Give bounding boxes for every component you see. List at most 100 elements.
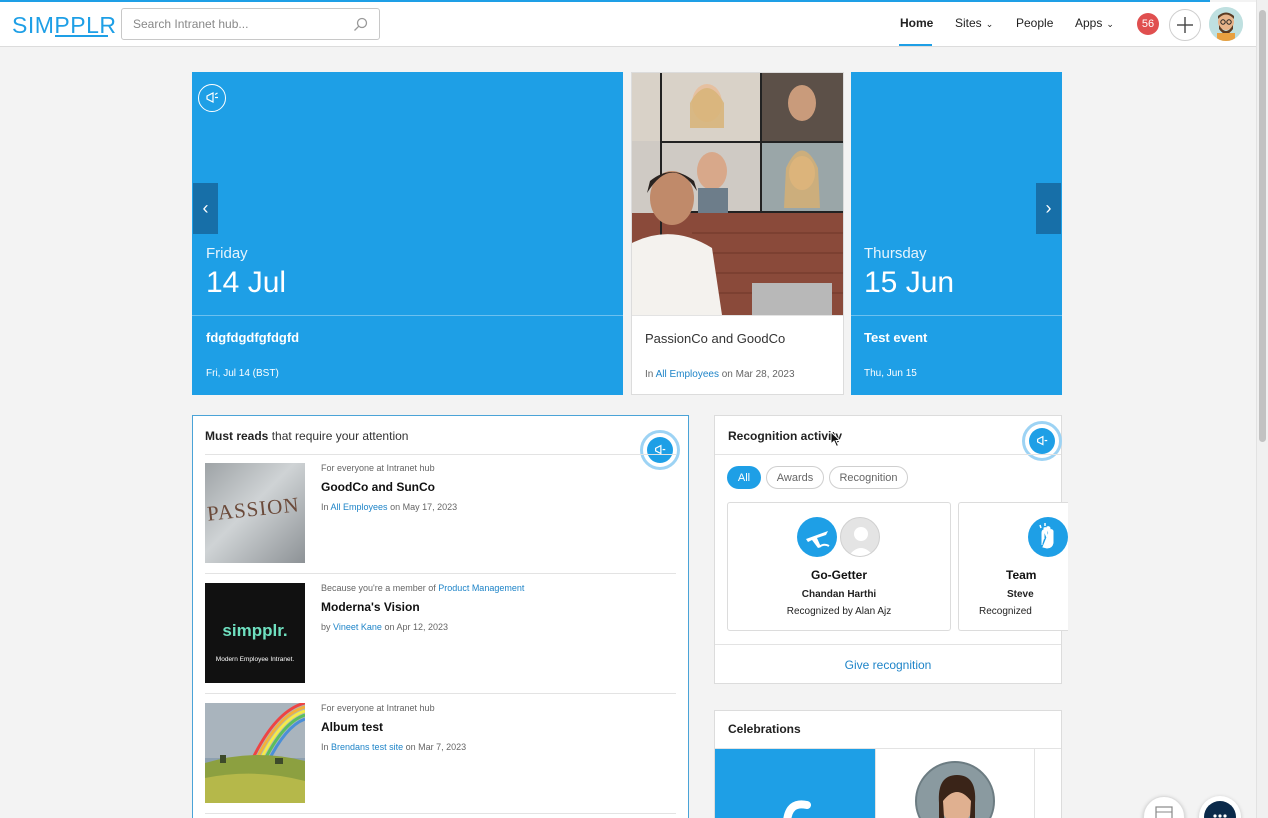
item-title[interactable]: Moderna's Vision bbox=[321, 600, 420, 614]
meta-text: Because you're a member of bbox=[321, 583, 436, 593]
article-thumbnail[interactable]: PASSION bbox=[205, 463, 305, 563]
recognition-item[interactable]: Go-Getter Chandan Harthi Recognized by A… bbox=[727, 502, 951, 631]
search-icon[interactable] bbox=[353, 17, 368, 32]
notification-badge[interactable]: 56 bbox=[1137, 13, 1159, 35]
item-byline: In Brendans test site on Mar 7, 2023 bbox=[321, 742, 466, 752]
search-input[interactable] bbox=[122, 9, 342, 39]
top-header: SIMPPLR Home Sites⌄ People Apps⌄ 56 bbox=[0, 2, 1256, 47]
celebration-avatar[interactable] bbox=[915, 761, 995, 818]
thumbnail-subtext: Modern Employee Intranet. bbox=[215, 656, 295, 663]
event-card-3[interactable]: Thursday 15 Jun Test event Thu, Jun 15 bbox=[851, 72, 1062, 395]
subtitle-prefix: In bbox=[645, 369, 654, 380]
megaphone-highlight[interactable] bbox=[1022, 421, 1062, 461]
filter-awards[interactable]: Awards bbox=[766, 466, 824, 489]
list-item[interactable]: For everyone at Intranet hub Album test … bbox=[205, 703, 677, 813]
event-card-2[interactable]: PassionCo and GoodCo In All Employees on… bbox=[631, 72, 844, 395]
celebration-tile[interactable] bbox=[715, 749, 875, 818]
page-scrollbar[interactable] bbox=[1256, 0, 1268, 818]
event-date: 15 Jun bbox=[864, 266, 955, 299]
avatar-placeholder bbox=[840, 517, 880, 557]
create-button[interactable] bbox=[1169, 9, 1201, 41]
divider bbox=[851, 315, 1062, 316]
widgets-icon bbox=[1155, 806, 1173, 818]
divider bbox=[715, 644, 1061, 645]
event-title[interactable]: fdgfdgdfgfdgfd bbox=[206, 330, 299, 345]
divider bbox=[1034, 749, 1035, 818]
subtitle-suffix: on Mar 28, 2023 bbox=[721, 369, 795, 380]
nav-apps[interactable]: Apps ⌄ bbox=[1075, 16, 1114, 30]
megaphone-icon bbox=[198, 84, 226, 112]
recipient-name[interactable]: Steve bbox=[1007, 589, 1034, 600]
chat-button[interactable] bbox=[1199, 796, 1241, 818]
nav-people[interactable]: People bbox=[1016, 16, 1053, 30]
item-byline: In All Employees on May 17, 2023 bbox=[321, 502, 457, 512]
item-title[interactable]: GoodCo and SunCo bbox=[321, 480, 435, 494]
must-reads-heading: Must reads that require your attention bbox=[205, 429, 408, 443]
recognition-item[interactable]: Team Steve Recognized bbox=[958, 502, 1068, 631]
byline-link[interactable]: All Employees bbox=[331, 502, 388, 512]
megaphone-icon bbox=[1037, 435, 1048, 446]
award-name: Go-Getter bbox=[810, 568, 867, 582]
divider bbox=[715, 454, 1061, 455]
site-link[interactable]: All Employees bbox=[656, 369, 719, 380]
list-item[interactable]: simpplr. Modern Employee Intranet. Becau… bbox=[205, 583, 677, 693]
article-thumbnail[interactable] bbox=[205, 703, 305, 803]
award-name: Team bbox=[1006, 568, 1037, 582]
divider bbox=[205, 813, 676, 814]
nav-home[interactable]: Home bbox=[900, 16, 933, 30]
chevron-down-icon: ⌄ bbox=[1106, 19, 1114, 29]
recognized-by: Recognized bbox=[979, 606, 1032, 617]
nav-home-active-indicator bbox=[899, 44, 932, 46]
give-recognition-link[interactable]: Give recognition bbox=[715, 658, 1061, 672]
celebrations-title: Celebrations bbox=[728, 722, 801, 736]
article-thumbnail[interactable]: simpplr. Modern Employee Intranet. bbox=[205, 583, 305, 683]
carousel-prev-button[interactable]: ‹ bbox=[193, 183, 218, 234]
meta-link[interactable]: Product Management bbox=[438, 583, 524, 593]
list-item[interactable]: PASSION For everyone at Intranet hub Goo… bbox=[205, 463, 677, 573]
event-subtitle: Thu, Jun 15 bbox=[864, 368, 917, 379]
byline-prefix: In bbox=[321, 742, 329, 752]
apps-launcher-button[interactable] bbox=[1143, 796, 1185, 818]
celebration-graphic bbox=[783, 800, 811, 818]
chevron-left-icon: ‹ bbox=[202, 198, 209, 218]
filter-recognition[interactable]: Recognition bbox=[829, 466, 908, 489]
byline-suffix: on May 17, 2023 bbox=[390, 502, 458, 512]
nav-apps-label: Apps bbox=[1075, 16, 1103, 30]
recipient-name[interactable]: Chandan Harthi bbox=[728, 589, 950, 600]
thumbnail-text: simpplr. bbox=[222, 621, 288, 640]
avatar-face-icon bbox=[1209, 7, 1243, 41]
scrollbar-thumb[interactable] bbox=[1259, 10, 1266, 442]
chat-icon bbox=[1204, 801, 1236, 818]
nav-sites[interactable]: Sites ⌄ bbox=[955, 16, 993, 30]
recognition-card: Recognition activity All Awards Recognit… bbox=[714, 415, 1068, 684]
event-card-1[interactable]: Friday 14 Jul fdgfdgdfgfdgfd Fri, Jul 14… bbox=[192, 72, 623, 395]
divider bbox=[205, 454, 676, 455]
item-title[interactable]: Album test bbox=[321, 720, 383, 734]
divider bbox=[192, 315, 623, 316]
item-meta: For everyone at Intranet hub bbox=[321, 463, 435, 473]
logo-underline bbox=[55, 35, 108, 37]
byline-link[interactable]: Brendans test site bbox=[331, 742, 403, 752]
byline-suffix: on Mar 7, 2023 bbox=[405, 742, 467, 752]
divider bbox=[875, 749, 876, 818]
plus-icon bbox=[1177, 17, 1193, 33]
heading-rest: that require your attention bbox=[271, 429, 409, 443]
thumbnail-text: PASSION bbox=[205, 492, 301, 526]
event-subtitle: Fri, Jul 14 (BST) bbox=[206, 368, 279, 379]
carousel-next-button[interactable]: › bbox=[1036, 183, 1061, 234]
chevron-down-icon: ⌄ bbox=[985, 19, 994, 29]
filter-all[interactable]: All bbox=[727, 466, 761, 489]
video-call-photo bbox=[632, 73, 843, 315]
event-title[interactable]: PassionCo and GoodCo bbox=[645, 331, 785, 346]
nav-sites-label: Sites bbox=[955, 16, 982, 30]
recognition-title: Recognition activity bbox=[728, 429, 843, 443]
event-day: Friday bbox=[206, 245, 248, 262]
recognized-by: Recognized by Alan Ajz bbox=[786, 606, 892, 617]
search-box[interactable] bbox=[121, 8, 380, 40]
event-title[interactable]: Test event bbox=[864, 330, 927, 345]
divider bbox=[632, 315, 843, 316]
must-reads-card: Must reads that require your attention P… bbox=[192, 415, 689, 818]
byline-prefix: by bbox=[321, 622, 331, 632]
byline-link[interactable]: Vineet Kane bbox=[333, 622, 382, 632]
user-avatar[interactable] bbox=[1209, 7, 1243, 41]
